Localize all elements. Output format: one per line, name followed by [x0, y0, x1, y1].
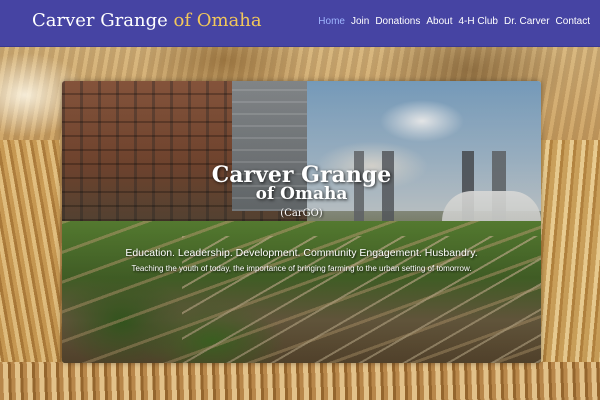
brand-name: Carver Grange: [32, 10, 168, 31]
nav-item-contact[interactable]: Contact: [556, 16, 590, 27]
top-navbar: Carver Grange of Omaha Home Join Donatio…: [0, 0, 600, 47]
nav-item-join[interactable]: Join: [351, 16, 369, 27]
nav-item-home[interactable]: Home: [318, 16, 345, 27]
wheat-stalks-left: [0, 140, 60, 400]
nav-item-dr-carver[interactable]: Dr. Carver: [504, 16, 550, 27]
wheat-stalks-bottom: [0, 362, 600, 400]
nav-item-4h-club[interactable]: 4-H Club: [459, 16, 498, 27]
hero-tagline: Teaching the youth of today, the importa…: [131, 264, 472, 273]
brand-logo-link[interactable]: Carver Grange of Omaha: [32, 10, 262, 31]
hero-pillars-text: Education. Leadership. Development. Comm…: [125, 247, 478, 259]
hero-subtitle: of Omaha: [255, 184, 348, 204]
wheat-stalks-right: [541, 140, 600, 400]
nav-item-donations[interactable]: Donations: [375, 16, 420, 27]
nav-item-about[interactable]: About: [426, 16, 452, 27]
brand-suffix: of Omaha: [173, 10, 262, 31]
hero-abbreviation: (CarGO): [280, 208, 323, 219]
main-nav: Home Join Donations About 4-H Club Dr. C…: [318, 16, 590, 27]
hero-banner: Carver Grange of Omaha (CarGO) Education…: [62, 81, 541, 363]
